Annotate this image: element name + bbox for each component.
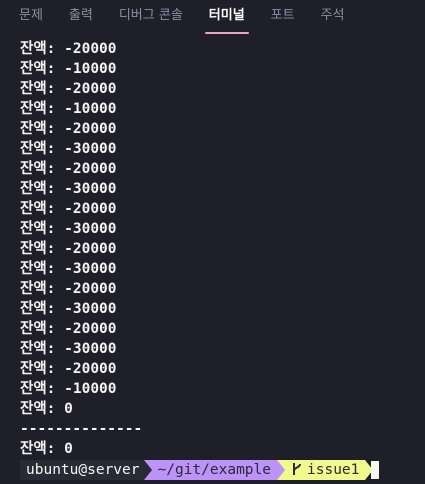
terminal-line: 잔액: -30000 xyxy=(20,261,117,277)
tab-debug-console[interactable]: 디버그 콘솔 xyxy=(119,9,183,23)
terminal-output[interactable]: 잔액: -20000 잔액: -10000 잔액: -20000 잔액: -10… xyxy=(20,40,420,460)
terminal-line: 잔액: -20000 xyxy=(20,321,117,337)
powerline-separator xyxy=(143,460,152,480)
terminal-line: 잔액: -30000 xyxy=(20,341,117,357)
prompt-git-branch: issue1 xyxy=(285,460,366,480)
git-branch-icon xyxy=(293,463,301,475)
terminal-line: 잔액: -20000 xyxy=(20,41,117,57)
terminal-separator-line: -------------- xyxy=(20,421,143,437)
terminal-line: 잔액: -20000 xyxy=(20,161,117,177)
tab-comments[interactable]: 주석 xyxy=(321,9,345,23)
terminal-line: 잔액: -10000 xyxy=(20,101,117,117)
terminal-line: 잔액: -20000 xyxy=(20,361,117,377)
terminal-line: 잔액: 0 xyxy=(20,441,73,457)
prompt-user-host: ubuntu@server xyxy=(20,460,144,480)
terminal-line: 잔액: -30000 xyxy=(20,221,117,237)
powerline-separator xyxy=(277,460,285,480)
terminal-line: 잔액: -10000 xyxy=(20,381,117,397)
git-branch-label: issue1 xyxy=(307,462,360,478)
terminal-line: 잔액: -20000 xyxy=(20,281,117,297)
terminal-line: 잔액: -20000 xyxy=(20,121,117,137)
terminal-line: 잔액: 0 xyxy=(20,401,73,417)
terminal-line: 잔액: -30000 xyxy=(20,141,117,157)
shell-prompt: ubuntu@server ~/git/example issue1 xyxy=(20,460,374,480)
terminal-line: 잔액: -20000 xyxy=(20,241,117,257)
terminal-line: 잔액: -10000 xyxy=(20,61,117,77)
tab-terminal[interactable]: 터미널 xyxy=(204,9,249,34)
tab-output[interactable]: 출력 xyxy=(69,9,93,23)
terminal-cursor xyxy=(371,461,379,479)
prompt-path: ~/git/example xyxy=(151,460,277,480)
terminal-line: 잔액: -30000 xyxy=(20,181,117,197)
tab-ports[interactable]: 포트 xyxy=(271,9,295,23)
terminal-line: 잔액: -20000 xyxy=(20,201,117,217)
terminal-line: 잔액: -30000 xyxy=(20,301,117,317)
tab-problems[interactable]: 문제 xyxy=(19,9,43,23)
panel-tab-bar: 문제 출력 디버그 콘솔 터미널 포트 주석 xyxy=(0,0,425,36)
terminal-line: 잔액: -20000 xyxy=(20,81,117,97)
